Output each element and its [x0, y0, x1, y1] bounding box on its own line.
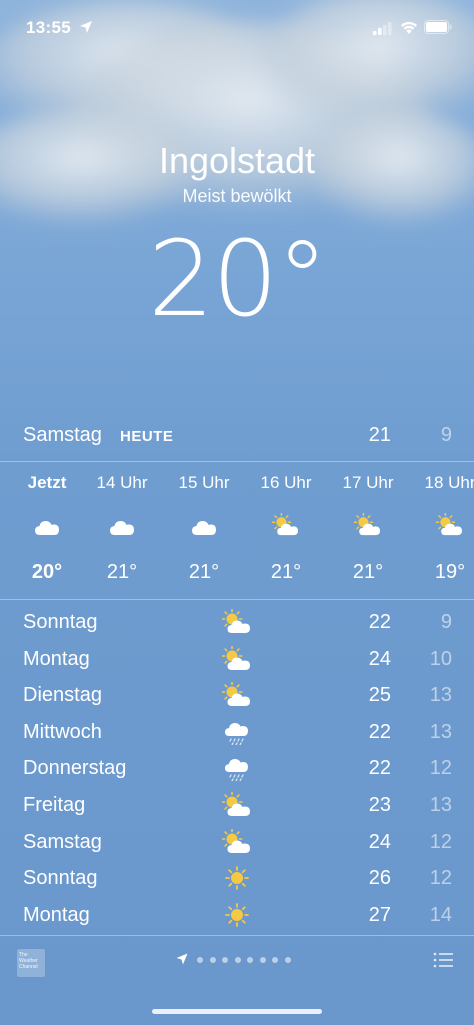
- hour-temperature: 21°: [352, 561, 384, 583]
- day-name: Sonntag: [23, 867, 98, 890]
- day-low: 13: [429, 684, 452, 707]
- page-dot[interactable]: [234, 957, 241, 963]
- page-dot[interactable]: [247, 957, 253, 963]
- cloud-icon: [33, 513, 61, 537]
- partly-cloudy-icon: [221, 608, 252, 635]
- day-low: 14: [429, 903, 452, 926]
- hour-temperature: 21°: [270, 561, 302, 583]
- daily-row: Montag 24 10: [0, 642, 474, 679]
- hourly-item: 18 Uhr 19°: [409, 462, 474, 599]
- page-dot[interactable]: [284, 957, 291, 963]
- hour-temperature: 20°: [31, 561, 63, 583]
- page-dot[interactable]: [197, 957, 203, 963]
- hour-label: 18 Uhr: [424, 473, 474, 492]
- page-dot[interactable]: [209, 957, 216, 963]
- daily-row: Sonntag 26 12: [0, 861, 474, 898]
- daily-row: Donnerstag 22 12: [0, 751, 474, 788]
- partly-cloudy-icon: [221, 827, 252, 855]
- partly-cloudy-icon: [221, 681, 252, 708]
- location-arrow-icon: [80, 21, 92, 33]
- hourly-item: 14 Uhr 21°: [81, 462, 163, 599]
- rain-icon: [222, 719, 252, 746]
- daily-row: Mittwoch 22 13: [0, 715, 474, 752]
- day-low: 12: [429, 757, 452, 780]
- day-name: Dienstag: [23, 684, 102, 707]
- day-name: Samstag: [23, 830, 102, 853]
- daily-row: Montag 27 14: [0, 898, 474, 935]
- today-summary: Samstag HEUTE 21 9: [0, 420, 474, 450]
- daily-row: Sonntag 22 9: [0, 605, 474, 642]
- weather-channel-logo-icon[interactable]: The Weather Channel: [17, 949, 45, 977]
- hour-label: 14 Uhr: [96, 473, 148, 492]
- list-icon[interactable]: [433, 952, 453, 968]
- current-temperature: 20°: [148, 218, 328, 340]
- day-low: 13: [429, 794, 452, 816]
- day-high: 22: [368, 611, 391, 633]
- today-low: 9: [440, 424, 452, 446]
- hourly-forecast[interactable]: Jetzt 20° 14 Uhr 21° 15 Uhr 21° 16 Uhr 21° 17 Uh…: [0, 462, 474, 599]
- home-indicator[interactable]: [152, 1009, 322, 1014]
- hourly-item: 17 Uhr 21°: [327, 462, 409, 599]
- partly-cloudy-icon: [271, 512, 300, 537]
- hourly-item: 15 Uhr 21°: [163, 462, 245, 599]
- rain-icon: [222, 755, 252, 783]
- today-high: 21: [368, 424, 391, 446]
- day-name: Sonntag: [23, 611, 98, 633]
- day-low: 13: [429, 720, 452, 743]
- partly-cloudy-icon: [221, 644, 252, 672]
- day-high: 23: [368, 794, 391, 816]
- hourly-item: Jetzt 20°: [6, 462, 88, 599]
- day-high: 22: [368, 757, 391, 780]
- hour-temperature: 21°: [106, 561, 138, 583]
- divider: [0, 599, 474, 600]
- day-high: 26: [368, 867, 391, 890]
- day-name: Mittwoch: [23, 720, 102, 743]
- hourly-item: 16 Uhr 21°: [245, 462, 327, 599]
- city-name: Ingolstadt: [158, 140, 316, 181]
- hour-label: Jetzt: [27, 473, 67, 492]
- page-dot[interactable]: [272, 957, 278, 963]
- sun-icon: [222, 865, 252, 891]
- hour-label: 17 Uhr: [342, 473, 394, 492]
- hour-label: 16 Uhr: [260, 473, 312, 492]
- day-low: 9: [440, 611, 452, 633]
- sun-icon: [222, 902, 252, 928]
- day-high: 25: [368, 684, 391, 707]
- partly-cloudy-icon: [221, 791, 252, 818]
- current-condition: Meist bewölkt: [182, 186, 292, 206]
- cellular-signal-icon: [373, 22, 392, 35]
- partly-cloudy-icon: [353, 512, 382, 537]
- wifi-icon: [401, 21, 417, 34]
- bottom-bar: The Weather Channel: [0, 936, 474, 988]
- status-time: 13:55: [26, 18, 71, 37]
- cloud-icon: [190, 513, 218, 537]
- day-high: 24: [368, 830, 391, 853]
- day-name: Montag: [23, 647, 90, 670]
- page-dot[interactable]: [222, 957, 228, 963]
- day-low: 12: [429, 867, 452, 890]
- weather-channel-logo-text: The Weather Channel: [19, 952, 38, 970]
- day-high: 24: [368, 647, 391, 670]
- daily-row: Freitag 23 13: [0, 788, 474, 825]
- day-low: 12: [429, 830, 452, 853]
- day-high: 22: [368, 720, 391, 743]
- location-arrow-icon[interactable]: [176, 953, 188, 965]
- battery-icon: [424, 20, 452, 34]
- day-low: 10: [429, 647, 452, 670]
- day-name: Montag: [23, 903, 90, 926]
- day-name: Freitag: [23, 794, 86, 816]
- daily-row: Samstag 24 12: [0, 825, 474, 862]
- hour-temperature: 19°: [434, 561, 466, 583]
- cloud-icon: [108, 513, 136, 537]
- status-bar: 13:55: [0, 0, 474, 56]
- today-day: Samstag: [23, 424, 102, 446]
- today-badge: HEUTE: [120, 428, 174, 445]
- day-high: 27: [368, 903, 391, 926]
- daily-row: Dienstag 25 13: [0, 678, 474, 715]
- page-dot[interactable]: [259, 957, 266, 963]
- day-name: Donnerstag: [23, 757, 127, 780]
- hour-temperature: 21°: [188, 561, 220, 583]
- hour-label: 15 Uhr: [178, 473, 230, 492]
- partly-cloudy-icon: [435, 512, 464, 537]
